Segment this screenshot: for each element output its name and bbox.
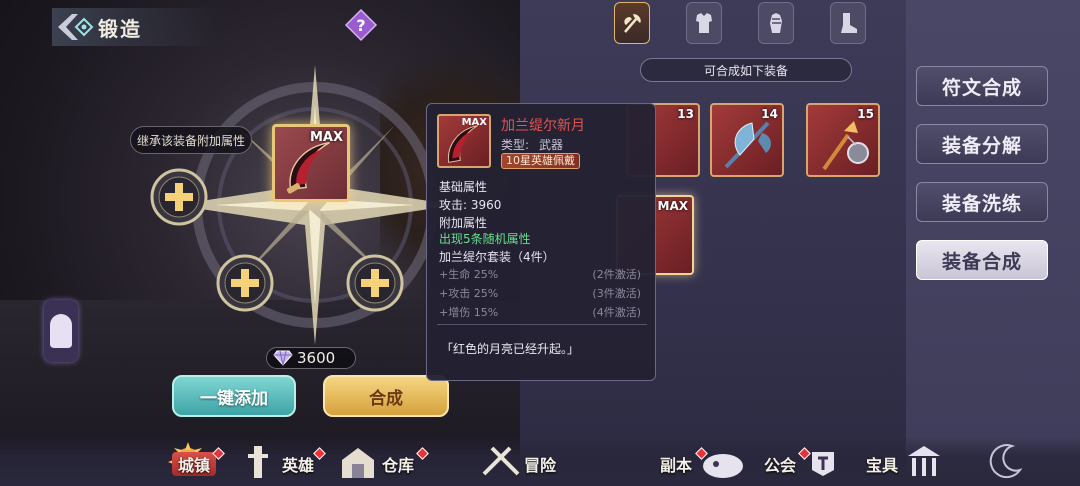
craftable-item[interactable]: 14 xyxy=(710,103,784,177)
back-arrow-icon xyxy=(58,14,94,40)
set-bonus-text: +生命 25% xyxy=(439,268,499,281)
nav-hero[interactable]: 英雄 xyxy=(276,452,320,476)
base-attributes-header: 基础属性 xyxy=(439,180,488,194)
help-icon[interactable]: ? xyxy=(344,8,378,42)
item-tooltip: MAX 加兰缇尔新月 类型: 武器 10星英雄佩戴 基础属性 攻击: 3960 附… xyxy=(426,103,656,381)
extra-attributes-line: 出现5条随机属性 xyxy=(439,232,531,246)
selected-item-tag: MAX xyxy=(657,199,688,213)
back-button[interactable] xyxy=(52,8,96,46)
tab-gloves[interactable] xyxy=(758,2,794,44)
menu-equipment-synthesis[interactable]: 装备合成 xyxy=(916,240,1048,280)
menu-equipment-reforge[interactable]: 装备洗练 xyxy=(916,182,1048,222)
material-slot-bottom-right[interactable] xyxy=(344,252,406,314)
item-level: 13 xyxy=(677,107,694,121)
svg-text:?: ? xyxy=(356,16,365,35)
diamond-icon xyxy=(273,350,293,366)
tab-weapon[interactable] xyxy=(614,2,650,44)
gauntlet-icon xyxy=(770,13,782,33)
craft-cost: 3600 xyxy=(266,347,356,369)
nav-town[interactable]: 城镇 xyxy=(172,452,217,476)
battle-axe-icon xyxy=(724,121,771,169)
page-header: 锻造 xyxy=(52,8,222,46)
hero-statue-icon xyxy=(248,446,268,478)
type-value: 武器 xyxy=(539,138,564,152)
axe-icon xyxy=(624,14,641,33)
material-slot-bottom-left[interactable] xyxy=(214,252,276,314)
auto-add-button[interactable]: 一键添加 xyxy=(172,375,296,417)
tab-boots[interactable] xyxy=(830,2,866,44)
side-tab-emblem xyxy=(50,314,72,348)
moon-icon xyxy=(989,444,1023,479)
nav-guild[interactable]: 公会 xyxy=(758,452,802,476)
crescent-blade-icon xyxy=(448,125,478,163)
treasure-temple-icon xyxy=(908,446,940,476)
nav-adventure[interactable]: 冒险 xyxy=(518,452,562,476)
nav-dungeon[interactable]: 副本 xyxy=(654,452,698,476)
cost-value: 3600 xyxy=(297,349,336,367)
set-bonus-activate: (3件激活) xyxy=(592,287,641,300)
dungeon-beast-icon xyxy=(703,454,743,478)
armor-icon xyxy=(696,13,712,33)
nav-warehouse[interactable]: 仓库 xyxy=(376,452,420,476)
tooltip-item-type: 类型: 武器 xyxy=(501,136,563,153)
warehouse-icon xyxy=(342,448,374,478)
crescent-blade-icon xyxy=(286,141,330,194)
set-bonus-activate: (2件激活) xyxy=(592,268,641,281)
attack-stat: 攻击: 3960 xyxy=(439,198,502,212)
divider xyxy=(437,324,647,325)
tab-armor[interactable] xyxy=(686,2,722,44)
craftable-list-title: 可合成如下装备 xyxy=(640,58,852,82)
type-label: 类型: xyxy=(501,138,530,152)
menu-rune-synthesis[interactable]: 符文合成 xyxy=(916,66,1048,106)
star-requirement-badge: 10星英雄佩戴 xyxy=(501,153,580,169)
main-equipment-slot[interactable]: MAX xyxy=(272,124,350,202)
nav-treasure[interactable]: 宝具 xyxy=(860,452,904,476)
guild-banner-icon xyxy=(812,452,834,476)
menu-equipment-dismantle[interactable]: 装备分解 xyxy=(916,124,1048,164)
extra-attributes-header: 附加属性 xyxy=(439,216,488,230)
craftable-item[interactable]: 15 xyxy=(806,103,880,177)
material-slot-left[interactable] xyxy=(148,166,210,228)
set-bonus-activate: (4件激活) xyxy=(592,306,641,319)
flavor-text: 「红色的月亮已经升起。」 xyxy=(441,342,580,356)
page-title: 锻造 xyxy=(98,16,142,41)
set-bonus-text: +增伤 15% xyxy=(439,306,499,319)
tooltip-item-name: 加兰缇尔新月 xyxy=(501,118,585,134)
boots-icon xyxy=(841,13,857,33)
set-header: 加兰缇尔套装（4件） xyxy=(439,250,555,264)
set-bonus-text: +攻击 25% xyxy=(439,287,499,300)
flail-icon xyxy=(822,121,869,171)
craft-button[interactable]: 合成 xyxy=(323,375,449,417)
tooltip-item-icon: MAX xyxy=(437,114,491,168)
inherit-attributes-label: 继承该装备附加属性 xyxy=(130,126,252,154)
side-drawer-tab[interactable] xyxy=(44,300,78,362)
